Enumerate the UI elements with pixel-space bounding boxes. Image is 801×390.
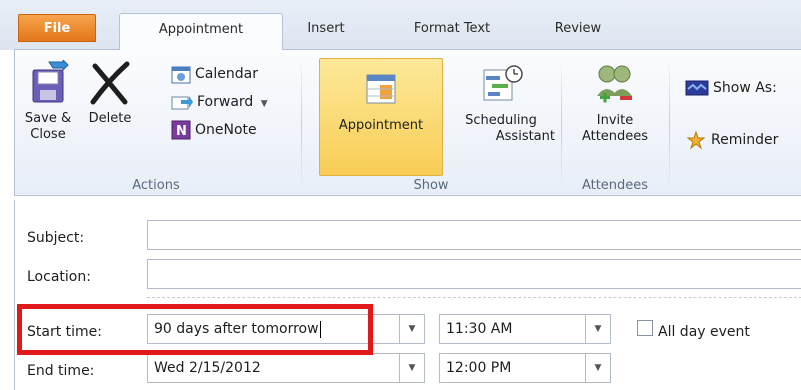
location-input[interactable]: [147, 259, 801, 289]
delete-x-icon: [90, 61, 130, 105]
group-label-attendees: Attendees: [581, 178, 649, 193]
show-as-icon: [685, 80, 709, 96]
tab-file[interactable]: File: [18, 14, 96, 42]
save-close-label-2: Close: [30, 127, 66, 142]
appointment-form: Subject: Location: Start time: 90 days a…: [14, 200, 801, 390]
group-actions: Save & Close Delete Calendar Forward ▼ N…: [15, 50, 297, 195]
all-day-event-label: All day event: [658, 324, 750, 340]
start-time-dropdown-button[interactable]: ▼: [585, 314, 611, 344]
calendar-icon: [171, 66, 191, 84]
scheduling-assistant-icon: [483, 65, 523, 101]
group-separator: [669, 56, 670, 192]
forward-label: Forward: [197, 94, 254, 110]
end-date-input[interactable]: Wed 2/15/2012: [147, 353, 400, 383]
onenote-icon: N: [171, 120, 191, 140]
show-as-label: Show As:: [713, 80, 777, 96]
tab-appointment[interactable]: Appointment: [119, 13, 283, 50]
delete-button[interactable]: Delete: [81, 60, 139, 127]
save-close-icon: [32, 58, 69, 103]
tab-insert[interactable]: Insert: [294, 13, 358, 45]
invite-label-1: Invite: [596, 113, 634, 128]
onenote-label: OneNote: [195, 122, 257, 138]
scheduling-label-2: Assistant: [495, 129, 555, 144]
save-close-button[interactable]: Save & Close: [21, 58, 75, 143]
appointment-icon: [366, 74, 396, 104]
calendar-button[interactable]: Calendar: [171, 62, 258, 86]
chevron-down-icon: ▼: [594, 324, 602, 334]
save-close-label-1: Save &: [24, 111, 72, 126]
group-label-show: Show: [413, 178, 449, 193]
start-time-input[interactable]: 11:30 AM: [439, 314, 587, 344]
tab-format-text[interactable]: Format Text: [392, 13, 512, 45]
delete-label: Delete: [88, 111, 132, 126]
onenote-button[interactable]: N OneNote: [171, 118, 257, 142]
svg-text:N: N: [176, 124, 187, 139]
reminder-dropdown[interactable]: Reminder: [685, 128, 778, 152]
calendar-label: Calendar: [195, 66, 258, 82]
forward-dropdown-arrow-icon[interactable]: ▼: [261, 99, 268, 109]
location-label: Location:: [27, 269, 91, 285]
show-as-dropdown[interactable]: Show As:: [685, 76, 777, 100]
forward-button[interactable]: Forward ▼: [171, 90, 268, 114]
invite-label-2: Attendees: [581, 129, 649, 144]
group-separator: [301, 56, 302, 192]
end-date-dropdown-button[interactable]: ▼: [399, 353, 425, 383]
ribbon: Save & Close Delete Calendar Forward ▼ N…: [14, 49, 801, 196]
tab-review[interactable]: Review: [546, 13, 610, 45]
end-time-label: End time:: [27, 363, 95, 379]
chevron-down-icon: ▼: [594, 363, 602, 373]
scheduling-label-1: Scheduling: [465, 113, 537, 128]
subject-input[interactable]: [147, 220, 801, 250]
invite-attendees-button[interactable]: Invite Attendees: [567, 62, 663, 145]
all-day-event-checkbox[interactable]: [637, 320, 653, 336]
reminder-bell-icon: [686, 130, 706, 150]
start-date-dropdown-button[interactable]: ▼: [399, 314, 425, 344]
scheduling-assistant-button[interactable]: Scheduling Assistant: [445, 62, 557, 145]
chevron-down-icon: ▼: [408, 363, 416, 373]
invite-attendees-icon: [597, 65, 632, 103]
group-label-actions: Actions: [132, 178, 180, 193]
reminder-label: Reminder: [711, 132, 779, 148]
end-time-dropdown-button[interactable]: ▼: [585, 353, 611, 383]
forward-icon: [171, 96, 193, 110]
group-separator: [561, 56, 562, 192]
ribbon-tab-bar: File Appointment Insert Format Text Revi…: [0, 0, 801, 50]
end-time-input[interactable]: 12:00 PM: [439, 353, 587, 383]
annotation-highlight-box: [17, 304, 373, 355]
section-divider: [147, 297, 801, 298]
group-attendees: Invite Attendees Attendees: [563, 50, 667, 195]
appointment-view-label: Appointment: [338, 118, 424, 133]
subject-label: Subject:: [27, 230, 85, 246]
appointment-view-button[interactable]: Appointment: [319, 58, 443, 176]
chevron-down-icon: ▼: [408, 324, 416, 334]
